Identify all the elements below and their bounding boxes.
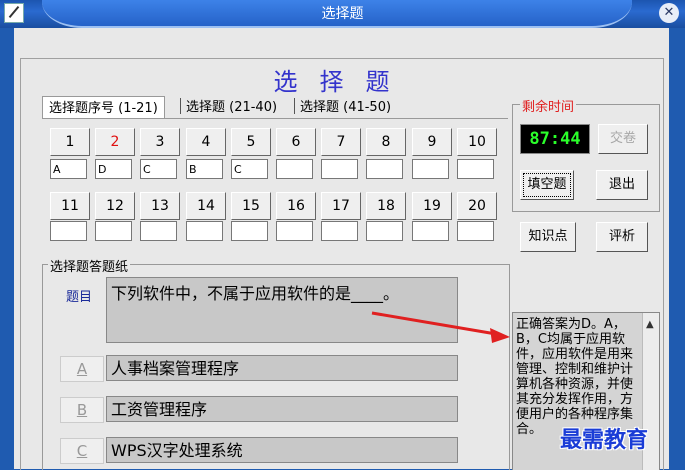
question-number-button[interactable]: 17	[321, 192, 361, 220]
answer-box[interactable]: B	[186, 159, 223, 179]
watermark-logo: 最需教育	[560, 427, 649, 453]
question-number-button[interactable]: 19	[412, 192, 452, 220]
option-a-text: 人事档案管理程序	[106, 355, 458, 381]
timer-display: 87:44	[520, 124, 590, 154]
question-number-button[interactable]: 13	[140, 192, 180, 220]
question-number-button[interactable]: 4	[186, 128, 226, 156]
tab-questions-21-40[interactable]: 选择题 (21-40)	[186, 96, 277, 116]
question-label: 题目	[66, 290, 93, 305]
question-number-button[interactable]: 5	[231, 128, 271, 156]
fill-blank-button[interactable]: 填空题	[520, 170, 574, 200]
page-title: 选择题	[273, 68, 412, 96]
answer-box[interactable]	[366, 159, 403, 179]
question-number-button[interactable]: 1	[50, 128, 90, 156]
question-text: 下列软件中，不属于应用软件的是____。	[106, 277, 458, 343]
question-number-button[interactable]: 8	[366, 128, 406, 156]
answer-box[interactable]	[276, 159, 313, 179]
question-number-button[interactable]: 16	[276, 192, 316, 220]
answer-box[interactable]: D	[95, 159, 132, 179]
option-c-text: WPS汉字处理系统	[106, 437, 458, 463]
timer-label: 剩余时间	[520, 96, 577, 115]
question-number-button[interactable]: 18	[366, 192, 406, 220]
answer-box[interactable]	[457, 159, 494, 179]
tab-questions-41-50[interactable]: 选择题 (41-50)	[300, 96, 391, 116]
answer-box[interactable]	[321, 221, 358, 241]
question-number-button[interactable]: 15	[231, 192, 271, 220]
exit-button[interactable]: 退出	[596, 170, 648, 200]
answer-sheet-label: 选择题答题纸	[48, 256, 131, 275]
answer-box[interactable]	[321, 159, 358, 179]
knowledge-point-button[interactable]: 知识点	[520, 222, 576, 252]
tab-divider	[294, 98, 295, 114]
question-number-button[interactable]: 2	[95, 128, 135, 156]
question-number-button[interactable]: 6	[276, 128, 316, 156]
option-b-button[interactable]: B	[60, 397, 104, 423]
answer-box[interactable]	[95, 221, 132, 241]
explanation-text: 正确答案为D。A，B，C均属于应用软件，应用软件是用来管理、控制和维护计算机各种…	[516, 317, 634, 437]
answer-box[interactable]	[366, 221, 403, 241]
question-number-button[interactable]: 20	[457, 192, 497, 220]
option-a-button[interactable]: A	[60, 356, 104, 382]
question-number-button[interactable]: 10	[457, 128, 497, 156]
answer-box[interactable]	[50, 221, 87, 241]
close-button[interactable]: ✕	[659, 3, 679, 23]
question-number-button[interactable]: 11	[50, 192, 90, 220]
submit-button[interactable]: 交卷	[598, 124, 648, 154]
answer-box[interactable]: C	[231, 159, 268, 179]
question-number-button[interactable]: 14	[186, 192, 226, 220]
scroll-up-icon[interactable]: ▲	[646, 319, 654, 330]
question-number-button[interactable]: 12	[95, 192, 135, 220]
question-number-button[interactable]: 9	[412, 128, 452, 156]
answer-box[interactable]	[276, 221, 313, 241]
answer-box[interactable]	[186, 221, 223, 241]
answer-box[interactable]	[140, 221, 177, 241]
answer-box[interactable]	[412, 159, 449, 179]
option-b-text: 工资管理程序	[106, 396, 458, 422]
analysis-button[interactable]: 评析	[596, 222, 648, 252]
answer-box[interactable]: C	[140, 159, 177, 179]
answer-box[interactable]: A	[50, 159, 87, 179]
tab-divider	[180, 98, 181, 114]
window-title: 选择题	[321, 6, 364, 22]
close-icon: ✕	[663, 5, 675, 20]
title-bar: 选择题 ✕	[0, 0, 685, 28]
option-c-button[interactable]: C	[60, 438, 104, 464]
answer-box[interactable]	[231, 221, 268, 241]
answer-box[interactable]	[457, 221, 494, 241]
answer-box[interactable]	[412, 221, 449, 241]
question-number-button[interactable]: 7	[321, 128, 361, 156]
question-number-button[interactable]: 3	[140, 128, 180, 156]
tab-questions-1-21[interactable]: 选择题序号 (1-21)	[42, 96, 165, 119]
